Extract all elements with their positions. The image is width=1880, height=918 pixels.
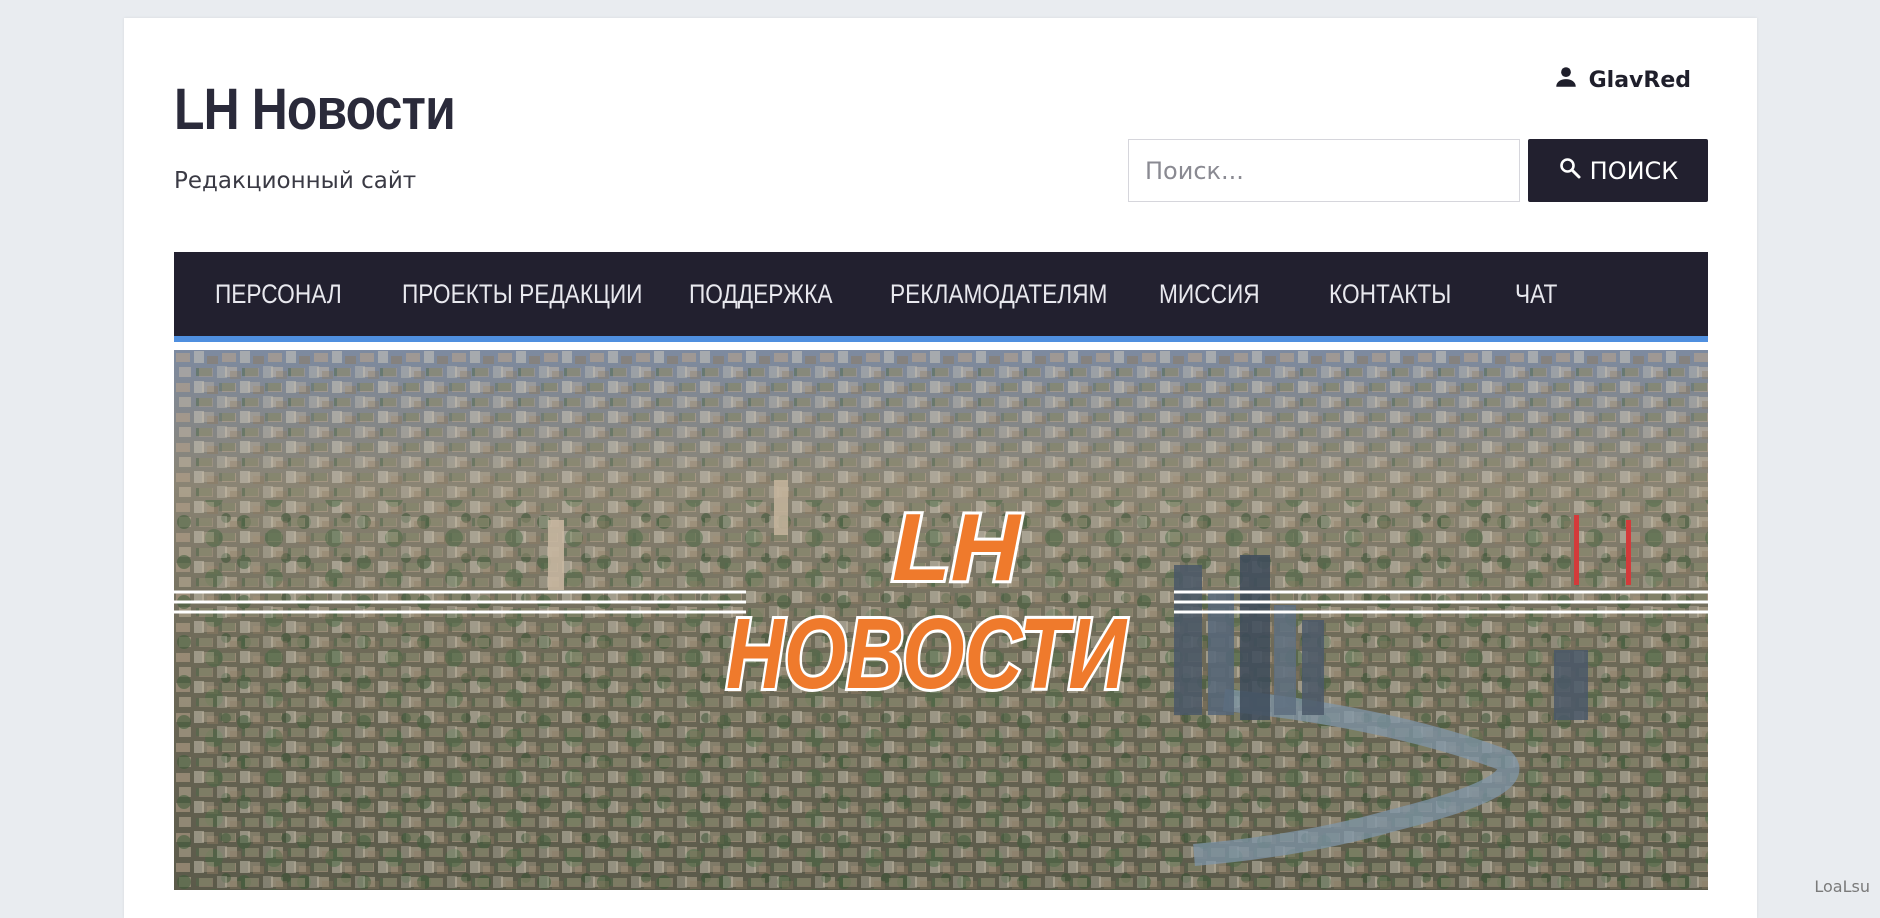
user-account-link[interactable]: GlavRed	[1553, 64, 1691, 96]
nav-item-contacts[interactable]: КОНТАКТЫ	[1329, 252, 1451, 336]
nav-item-chat[interactable]: ЧАТ	[1515, 252, 1557, 336]
search-button-label: ПОИСК	[1589, 156, 1679, 185]
nav-item-advertisers[interactable]: РЕКЛАМОДАТЕЛЯМ	[890, 252, 1107, 336]
user-icon	[1553, 64, 1579, 96]
banner-logo-line2: НОВОСТИ	[726, 598, 1128, 710]
main-navigation: ПЕРСОНАЛ ПРОЕКТЫ РЕДАКЦИИ ПОДДЕРЖКА РЕКЛ…	[174, 252, 1708, 342]
nav-item-mission[interactable]: МИССИЯ	[1159, 252, 1260, 336]
user-name: GlavRed	[1588, 67, 1691, 93]
search-button[interactable]: ПОИСК	[1528, 139, 1708, 202]
site-tagline: Редакционный сайт	[174, 168, 417, 194]
search-input[interactable]	[1128, 139, 1520, 202]
header-banner[interactable]: LH НОВОСТИ	[174, 350, 1708, 890]
nav-item-staff[interactable]: ПЕРСОНАЛ	[215, 252, 342, 336]
site-title[interactable]: LH Новости	[174, 76, 456, 143]
search-icon	[1558, 156, 1582, 186]
nav-item-support[interactable]: ПОДДЕРЖКА	[689, 252, 832, 336]
banner-logo-line1: LH	[892, 494, 1022, 601]
page-card: LH Новости Редакционный сайт GlavRed ПОИ…	[124, 18, 1757, 918]
watermark: LoaLsu	[1814, 877, 1870, 896]
nav-item-projects[interactable]: ПРОЕКТЫ РЕДАКЦИИ	[402, 252, 642, 336]
